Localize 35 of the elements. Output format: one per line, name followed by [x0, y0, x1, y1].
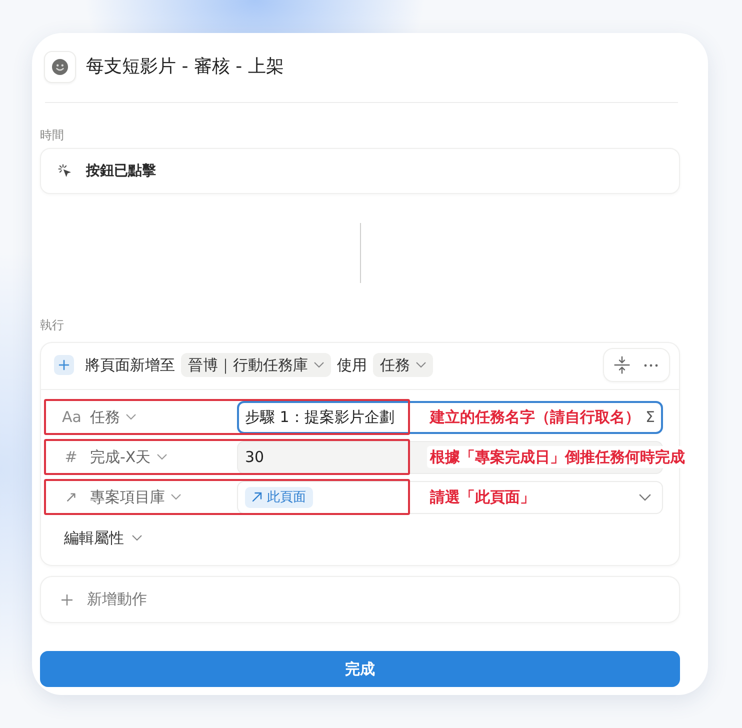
collapse-icon[interactable] — [614, 356, 630, 374]
action-verb: 將頁面新增至 — [85, 356, 175, 374]
property-type-icon: ↗ — [62, 488, 80, 506]
chevron-down-icon — [171, 494, 181, 500]
template-dropdown[interactable]: 任務 — [373, 353, 433, 377]
property-type-icon: Aa — [62, 408, 80, 426]
chevron-down-icon[interactable] — [639, 494, 651, 500]
section-label: 執行 — [40, 318, 64, 332]
automation-title[interactable]: 每支短影片 - 審核 - 上架 — [86, 56, 284, 78]
page-chip[interactable]: 此頁面 — [245, 486, 313, 508]
plus-icon — [61, 594, 73, 606]
arrow-icon — [252, 492, 262, 502]
annotation-tooltip: 根據「專案完成日」倒推任務何時完成 — [427, 446, 688, 468]
property-dropdown[interactable]: # 完成-X天 — [44, 440, 237, 474]
trigger-label: 按鈕已點擊 — [86, 162, 156, 180]
plus-icon[interactable] — [54, 355, 74, 375]
database-dropdown[interactable]: 晉博｜行動任務庫 — [181, 353, 331, 377]
chevron-down-icon — [156, 454, 167, 460]
chevron-down-icon — [126, 414, 136, 420]
done-button[interactable]: 完成 — [40, 651, 680, 687]
connector-word: 使用 — [337, 356, 367, 374]
property-type-icon: # — [62, 448, 80, 466]
click-icon — [58, 164, 72, 178]
edit-properties-button[interactable]: 編輯屬性 — [64, 527, 142, 549]
trigger-card[interactable]: 按鈕已點擊 — [40, 148, 680, 194]
more-icon[interactable] — [644, 364, 658, 366]
formula-icon[interactable]: Σ — [646, 408, 655, 426]
section-label: 時間 — [40, 128, 64, 142]
chevron-down-icon — [132, 535, 142, 541]
property-dropdown[interactable]: Aa 任務 — [44, 400, 237, 434]
chevron-down-icon — [416, 362, 426, 368]
smiley-icon[interactable] — [44, 51, 76, 83]
add-action-button[interactable]: 新增動作 — [40, 576, 680, 623]
chevron-down-icon — [314, 362, 324, 368]
property-dropdown[interactable]: ↗ 專案項目庫 — [44, 480, 237, 514]
